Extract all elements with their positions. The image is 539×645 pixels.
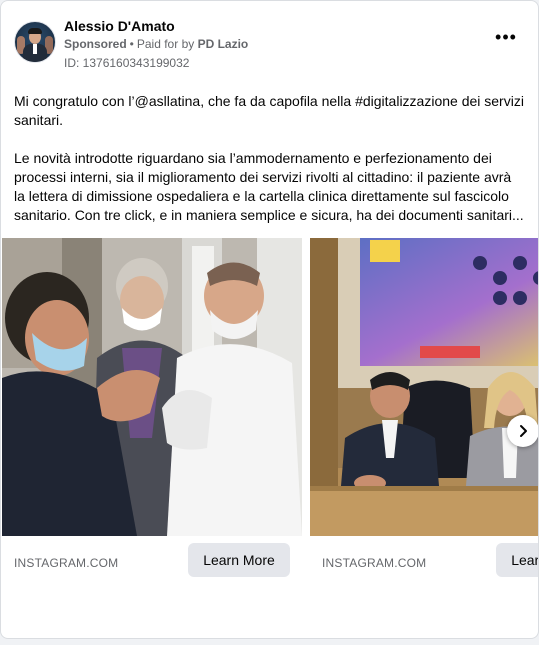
more-options-icon[interactable]: ••• xyxy=(492,28,520,51)
sponsored-label: Sponsored xyxy=(64,37,127,51)
carousel-domain-2: INSTAGRAM.COM xyxy=(322,556,427,570)
learn-more-button-1[interactable]: Learn More xyxy=(188,543,290,577)
sponsor-name[interactable]: PD Lazio xyxy=(198,37,249,51)
carousel-card-1[interactable]: INSTAGRAM.COM Learn More xyxy=(2,238,302,578)
paid-for-label: Paid for by xyxy=(136,37,195,51)
ad-id: ID: 1376160343199032 xyxy=(64,56,190,70)
sponsored-line: Sponsored • Paid for by PD Lazio xyxy=(64,37,249,51)
post-text: Mi congratulo con l’@asllatina, che fa d… xyxy=(14,92,524,225)
carousel-image-2[interactable] xyxy=(310,238,538,536)
post-paragraph-1: Mi congratulo con l’@asllatina, che fa d… xyxy=(14,93,524,128)
post-paragraph-2: Le novità introdotte riguardano sia l’am… xyxy=(14,150,524,223)
media-carousel: INSTAGRAM.COM Learn More INSTAGRAM.COM L… xyxy=(1,238,538,588)
chevron-right-icon[interactable] xyxy=(507,415,538,447)
carousel-image-1[interactable] xyxy=(2,238,302,536)
carousel-domain-1: INSTAGRAM.COM xyxy=(14,556,119,570)
author-name[interactable]: Alessio D'Amato xyxy=(64,17,175,35)
post-header: Alessio D'Amato Sponsored • Paid for by PD… xyxy=(14,17,526,73)
chevron-right-glyph xyxy=(520,425,527,437)
ad-card: Alessio D'Amato Sponsored • Paid for by PD… xyxy=(0,0,539,639)
carousel-card-2[interactable]: INSTAGRAM.COM Learn More xyxy=(310,238,538,578)
avatar[interactable] xyxy=(14,21,56,63)
learn-more-button-2[interactable]: Learn More xyxy=(496,543,538,577)
